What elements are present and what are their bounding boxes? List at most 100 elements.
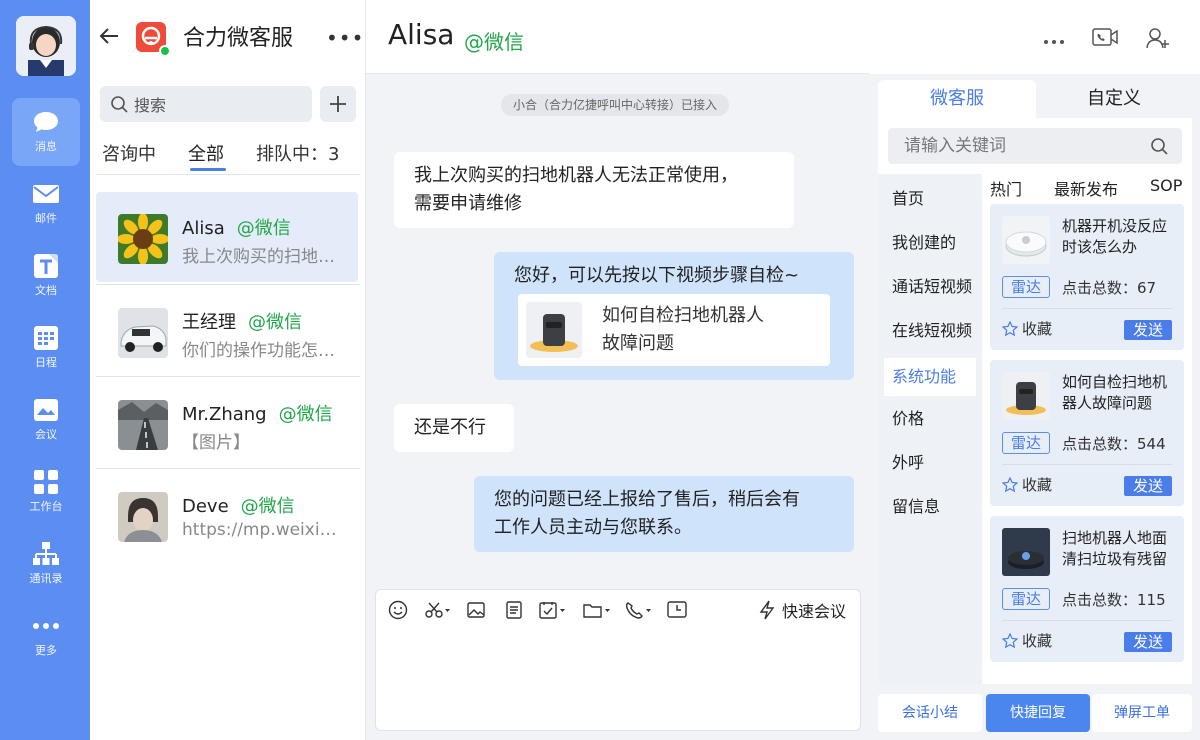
search-icon	[1151, 138, 1168, 155]
rail-item-calendar[interactable]: 日程	[12, 314, 80, 382]
rail-item-more[interactable]: 更多	[12, 602, 80, 670]
category-item[interactable]: 我创建的	[884, 224, 976, 262]
category-item[interactable]: 价格	[884, 400, 976, 438]
favorite-button[interactable]: 收藏	[1002, 474, 1052, 495]
category-item[interactable]: 在线短视频	[884, 312, 976, 350]
category-list: 首页 我创建的 通话短视频 在线短视频 系统功能 价格 外呼 留信息	[878, 174, 982, 684]
rail-item-label: 会议	[35, 428, 57, 441]
tab-custom[interactable]: 自定义	[1036, 80, 1192, 118]
rail-item-contacts[interactable]: 通讯录	[12, 530, 80, 598]
meeting-icon	[32, 398, 60, 422]
tab-all[interactable]: 全部	[188, 140, 224, 166]
session-summary-button[interactable]: 会话小结	[878, 694, 982, 732]
send-button[interactable]: 发送	[1124, 632, 1172, 652]
more-options-icon[interactable]	[1043, 30, 1065, 49]
conversation-tabs: 咨询中 全部 排队中：3	[102, 140, 358, 172]
add-button[interactable]	[320, 86, 356, 122]
quick-meeting-button[interactable]: 快速会议	[758, 598, 846, 622]
popup-ticket-button[interactable]: 弹屏工单	[1092, 694, 1192, 732]
card-title: 扫地机器人地面清扫垃圾有残留怎么办	[1062, 529, 1168, 568]
contact-item-zhang[interactable]: Mr.Zhang @微信 【图片】	[96, 378, 358, 468]
message-text: 您的问题已经上报给了售后，稍后会有	[494, 489, 800, 510]
message-incoming: 我上次购买的扫地机器人无法正常使用， 需要申请维修	[394, 152, 794, 228]
knowledge-card[interactable]: 扫地机器人地面清扫垃圾有残留怎么办 雷达 点击总数：115 收藏 发送	[990, 516, 1184, 662]
contact-item-alisa[interactable]: Alisa @微信 我上次购买的扫地机器人无法正常使用，需要申请维修	[96, 192, 358, 282]
note-icon[interactable]	[504, 600, 524, 620]
card-thumbnail	[1002, 372, 1050, 420]
card-title: 机器开机没反应时该怎么办	[1062, 217, 1168, 256]
rail-item-docs[interactable]: 文档	[12, 242, 80, 310]
contact-item-deve[interactable]: Deve @微信 https://mp.weixin.qq.com	[96, 470, 358, 560]
search-input[interactable]: 搜索	[100, 86, 312, 122]
video-call-icon[interactable]	[1091, 26, 1119, 52]
document-icon	[32, 254, 60, 278]
rail-item-workbench[interactable]: 工作台	[12, 458, 80, 526]
send-button[interactable]: 发送	[1124, 320, 1172, 340]
contact-preview: 【图片】	[182, 433, 250, 453]
send-button[interactable]: 发送	[1124, 476, 1172, 496]
message-text: 您好，可以先按以下视频步骤自检~	[514, 265, 800, 286]
tab-consulting[interactable]: 咨询中	[102, 140, 156, 166]
panel-toolbar	[869, 0, 1200, 74]
divider	[1002, 620, 1172, 621]
task-icon[interactable]	[538, 600, 568, 620]
contact-source: @微信	[278, 404, 333, 425]
favorite-label: 收藏	[1022, 476, 1053, 494]
chat-header: Alisa @微信	[366, 0, 869, 74]
contact-item-wang[interactable]: 王经理 @微信 你们的操作功能怎么使用	[96, 286, 358, 376]
subtab-sop[interactable]: SOP	[1150, 176, 1182, 195]
active-tab-underline	[190, 168, 226, 171]
star-icon	[1002, 632, 1018, 648]
category-item[interactable]: 留信息	[884, 488, 976, 526]
video-thumbnail	[526, 302, 582, 358]
contact-source: @微信	[248, 312, 302, 333]
divider	[96, 468, 360, 469]
keyword-search-input[interactable]: 请输入关键词	[888, 128, 1182, 164]
contact-avatar	[118, 400, 168, 450]
contact-name: 王经理	[182, 312, 236, 333]
card-tag: 雷达	[1002, 432, 1050, 454]
contact-avatar	[118, 492, 168, 542]
rail-item-meeting[interactable]: 会议	[12, 386, 80, 454]
knowledge-panel: 微客服 自定义 请输入关键词 首页 我创建的 通话短视频 在线短视频 系统功能 …	[869, 0, 1200, 740]
clock-icon[interactable]	[666, 600, 688, 620]
contact-name: Deve	[182, 496, 229, 517]
message-text: 还是不行	[414, 417, 486, 438]
folder-icon[interactable]	[582, 600, 612, 620]
search-icon	[111, 96, 128, 113]
subtab-latest[interactable]: 最新发布	[1054, 176, 1118, 200]
quick-reply-button[interactable]: 快捷回复	[986, 694, 1090, 732]
more-dots-icon	[32, 614, 60, 638]
back-arrow-icon[interactable]	[98, 24, 122, 48]
favorite-button[interactable]: 收藏	[1002, 318, 1052, 339]
tab-kefu[interactable]: 微客服	[878, 80, 1036, 118]
org-chart-icon	[32, 542, 60, 566]
message-outgoing: 您的问题已经上报给了售后，稍后会有 工作人员主动与您联系。	[474, 476, 854, 552]
category-item[interactable]: 首页	[884, 180, 976, 218]
system-notice: 小合（合力亿捷呼叫中心转接）已接入	[501, 94, 730, 116]
card-thumbnail	[1002, 528, 1050, 576]
knowledge-card[interactable]: 机器开机没反应时该怎么办 雷达 点击总数：67 收藏 发送	[990, 204, 1184, 350]
category-item-active[interactable]: 系统功能	[884, 358, 976, 396]
tab-queue[interactable]: 排队中：3	[256, 140, 339, 166]
favorite-button[interactable]: 收藏	[1002, 630, 1052, 651]
add-member-icon[interactable]	[1145, 26, 1171, 54]
user-avatar[interactable]	[16, 16, 76, 76]
category-item[interactable]: 通话短视频	[884, 268, 976, 306]
category-item[interactable]: 外呼	[884, 444, 976, 482]
knowledge-card[interactable]: 如何自检扫地机器人故障问题 雷达 点击总数：544 收藏 发送	[990, 360, 1184, 506]
contact-source: @微信	[240, 496, 295, 517]
rail-item-label: 日程	[35, 356, 57, 369]
message-composer[interactable]: 快速会议	[375, 589, 861, 731]
more-options-icon[interactable]: •••	[326, 26, 364, 50]
subtab-hot[interactable]: 热门	[990, 176, 1022, 200]
rail-item-messages[interactable]: 消息	[12, 98, 80, 166]
phone-icon[interactable]	[624, 600, 654, 620]
emoji-icon[interactable]	[388, 600, 408, 620]
app-window: 消息 邮件 文档 日程 会议 工作台 通讯录 更多 合力微客服 ••• 搜索 咨…	[0, 0, 1200, 740]
rail-item-mail[interactable]: 邮件	[12, 170, 80, 238]
scissors-icon[interactable]	[424, 600, 452, 620]
favorite-label: 收藏	[1022, 320, 1053, 338]
image-icon[interactable]	[466, 600, 486, 620]
video-card[interactable]: 如何自检扫地机器人 故障问题	[518, 294, 830, 366]
